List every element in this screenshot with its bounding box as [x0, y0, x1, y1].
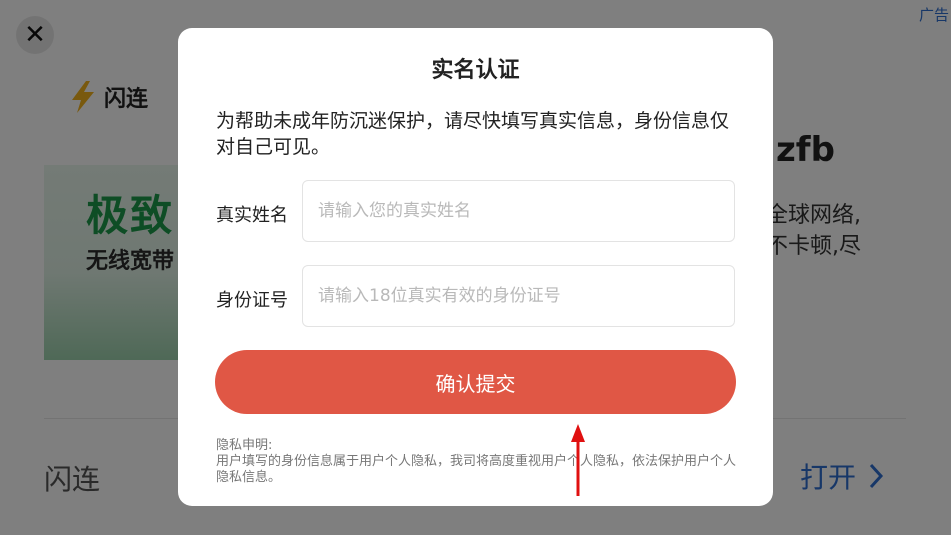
privacy-text: 用户填写的身份信息属于用户个人隐私，我司将高度重视用户个人隐私，依法保护用户个人… [216, 454, 737, 485]
privacy-statement: 隐私申明: 用户填写的身份信息属于用户个人隐私，我司将高度重视用户个人隐私，依法… [216, 438, 741, 486]
real-name-label: 真实姓名 [216, 205, 288, 226]
real-name-input[interactable] [302, 180, 735, 242]
real-name-verification-dialog: 实名认证 为帮助未成年防沉迷保护，请尽快填写真实信息，身份信息仅对自己可见。 真… [178, 28, 773, 506]
dialog-description: 为帮助未成年防沉迷保护，请尽快填写真实信息，身份信息仅对自己可见。 [216, 110, 730, 158]
submit-button[interactable]: 确认提交 [215, 350, 736, 414]
dialog-title: 实名认证 [431, 58, 520, 83]
privacy-title: 隐私申明: [216, 438, 273, 453]
id-number-label: 身份证号 [216, 290, 288, 311]
id-number-input[interactable] [302, 265, 735, 327]
red-arrow-icon [571, 424, 585, 496]
